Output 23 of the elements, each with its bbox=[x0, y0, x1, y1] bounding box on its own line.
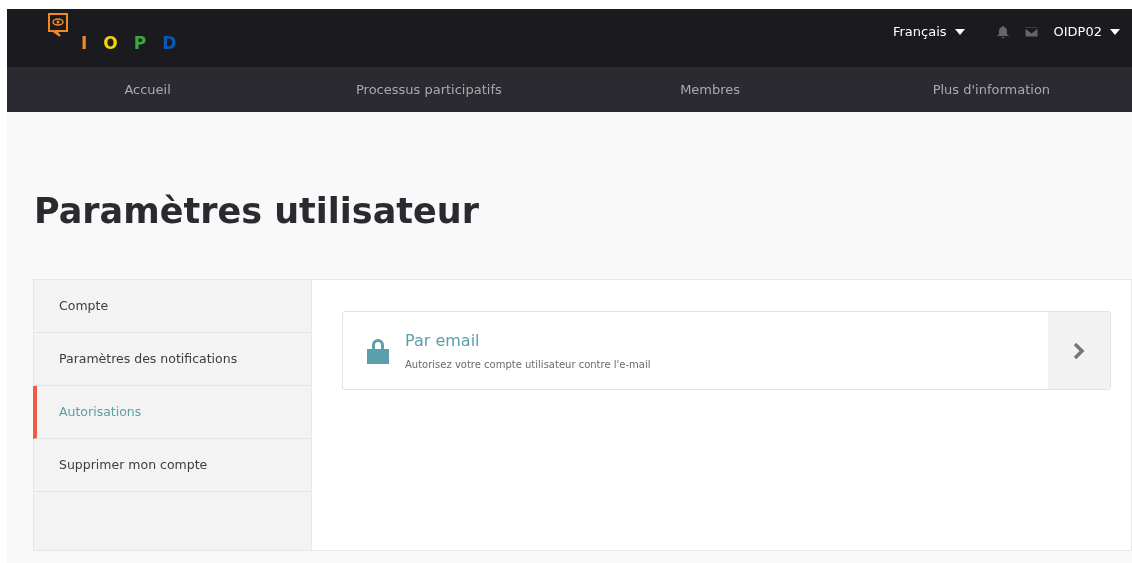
sidebar-item[interactable]: Compte bbox=[33, 280, 311, 333]
language-dropdown[interactable]: Français bbox=[892, 22, 965, 42]
logo-icon bbox=[47, 13, 69, 38]
page-title: Paramètres utilisateur bbox=[34, 190, 480, 232]
sidebar-item[interactable]: Paramètres des notifications bbox=[33, 333, 311, 386]
caret-icon bbox=[954, 29, 965, 35]
lock-icon bbox=[367, 337, 389, 364]
authorization-title: Par email bbox=[405, 330, 481, 352]
sidebar-item[interactable]: Supprimer mon compte bbox=[33, 439, 311, 492]
nav-link[interactable]: Plus d'information bbox=[850, 79, 1132, 100]
authorization-description: Autorisez votre compte utilisateur contre l'e-mail bbox=[405, 358, 651, 372]
nav-link[interactable]: Accueil bbox=[7, 79, 289, 100]
bell-icon[interactable] bbox=[996, 26, 1009, 38]
logo-letter: O bbox=[103, 35, 118, 52]
envelope-icon[interactable] bbox=[1024, 27, 1038, 37]
caret-icon bbox=[1110, 29, 1120, 35]
user-menu[interactable]: OIDP02 bbox=[1053, 22, 1120, 42]
chevron-right-icon bbox=[1073, 342, 1085, 359]
logo-letter: P bbox=[133, 35, 147, 52]
logo-letter: I bbox=[81, 35, 88, 52]
nav-link[interactable]: Processus participatifs bbox=[288, 79, 570, 100]
nav-link[interactable]: Membres bbox=[569, 79, 851, 100]
logo-letter: D bbox=[162, 35, 177, 52]
